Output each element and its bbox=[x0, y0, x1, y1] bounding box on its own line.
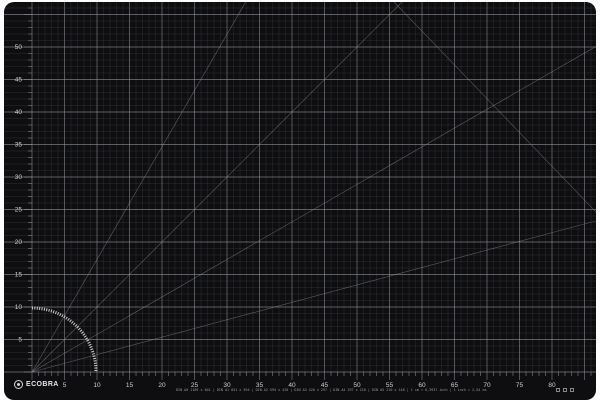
brand-name: ECOBRA bbox=[26, 381, 59, 388]
ruler-label-vertical: 30 bbox=[15, 174, 23, 181]
grid-overlay: 51015202530354045505 10 15 20 25 30 35 40 45 50 55… bbox=[4, 2, 596, 389]
ruler-label-vertical: 10 bbox=[15, 304, 23, 311]
heal-icon bbox=[563, 388, 567, 392]
ruler-label-vertical: 20 bbox=[15, 239, 23, 246]
ruler-label-horizontal: 15 bbox=[126, 382, 134, 389]
cut-icon bbox=[556, 388, 560, 392]
ruler-label-vertical: 50 bbox=[15, 44, 23, 51]
ecobra-logo-icon bbox=[14, 380, 23, 389]
ruler-label-vertical: 45 bbox=[15, 77, 23, 84]
ruler-label-horizontal: 75 bbox=[516, 382, 524, 389]
ruler-label-vertical: 25 bbox=[15, 207, 23, 214]
ruler-label-vertical: 5 bbox=[18, 337, 22, 344]
cutting-mat: 5 10 15 20 25 30 35 40 45 50 5 10 15 20 25 30 35 40 45 50 55… bbox=[4, 2, 596, 400]
footer-icons bbox=[556, 388, 574, 392]
size-reference-text: DIN A0 1189 x 841 | DIN A1 841 x 594 | D… bbox=[176, 388, 487, 392]
both-sides-icon bbox=[570, 388, 574, 392]
ruler-label-vertical: 35 bbox=[15, 142, 23, 149]
ruler-label-horizontal: 80 bbox=[548, 382, 556, 389]
ruler-label-horizontal: 10 bbox=[93, 382, 101, 389]
ruler-label-vertical: 15 bbox=[15, 272, 23, 279]
angle-line bbox=[393, 2, 596, 213]
ruler-label-vertical: 40 bbox=[15, 109, 23, 116]
brand-logo: ECOBRA bbox=[14, 380, 59, 389]
ruler-label-horizontal: 5 bbox=[63, 382, 67, 389]
ruler-label-horizontal: 20 bbox=[158, 382, 166, 389]
